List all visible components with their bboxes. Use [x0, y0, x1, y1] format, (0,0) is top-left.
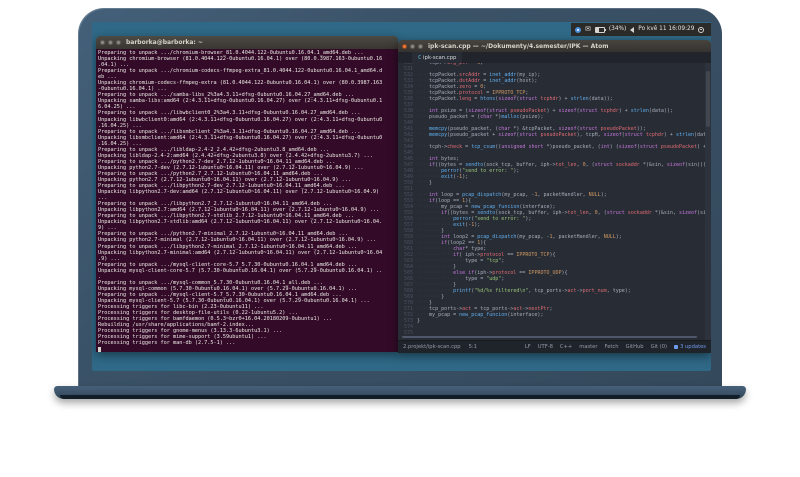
terminal-line: Preparing to unpack .../libpython2.7-min…	[98, 243, 358, 250]
stage: ✉ (34%) Po kvě 11 16:09:29 barborka@barb…	[0, 0, 800, 477]
terminal-line: Preparing to unpack .../libwbclient0_2%3…	[98, 110, 361, 117]
horizontal-scrollbar[interactable]	[402, 336, 697, 338]
status-encoding[interactable]: UTF-8	[538, 344, 553, 350]
status-fetch-button[interactable]: Fetch	[605, 344, 619, 350]
editor-lines: 530 ····tcph->urg_ptr = 0; 531 532 ····tcpPa…	[398, 63, 711, 336]
close-icon[interactable]	[402, 43, 407, 49]
terminal-titlebar[interactable]: barborka@barborka: ~	[96, 36, 398, 49]
battery-icon[interactable]	[594, 26, 606, 33]
terminal-line: Unpacking chromium-browser (81.0.4044.12…	[98, 56, 383, 63]
mail-icon[interactable]: ✉	[585, 23, 591, 36]
updates-icon	[674, 345, 679, 349]
volume-icon[interactable]	[630, 26, 635, 33]
terminal-line: Unpacking mysql-client-core-5.7 (5.7.30-…	[98, 267, 383, 274]
close-icon[interactable]	[100, 40, 105, 45]
terminal-line: Preparing to unpack .../mysql-client-cor…	[98, 261, 358, 268]
tab-bar: C ipk-scan.cpp	[398, 52, 711, 63]
terminal-line: Unpacking libsmbclient:amd64 (2:4.3.11+d…	[98, 134, 383, 141]
atom-window-buttons	[402, 43, 423, 49]
status-updates[interactable]: 3 updates	[674, 344, 706, 350]
terminal-line: Unpacking libpython2.7-minimal:amd64 (2.…	[98, 249, 383, 256]
status-language[interactable]: C++	[560, 344, 572, 350]
atom-window: ipk-scan.cpp — ~/Dokumenty/4.semester/IP…	[398, 40, 711, 353]
terminal-cursor-line	[98, 346, 396, 352]
terminal-line: Unpacking samba-libs:amd64 (2:4.3.11+dfs…	[98, 98, 383, 105]
cpp-file-icon: C	[418, 54, 422, 61]
status-file-path[interactable]: 2.projekt/ipk-scan.cpp	[403, 344, 461, 350]
system-panel: ✉ (34%) Po kvě 11 16:09:29	[571, 23, 711, 36]
tab-label: ipk-scan.cpp	[423, 54, 457, 61]
tab-ipk-scan[interactable]: C ipk-scan.cpp	[412, 52, 463, 63]
desktop: ✉ (34%) Po kvě 11 16:09:29 barborka@barb…	[92, 22, 711, 371]
terminal-line: Unpacking mysql-common (5.7.30-0ubuntu0.…	[98, 285, 358, 292]
battery-percent: (34%)	[608, 26, 627, 32]
terminal-output[interactable]: Preparing to unpack .../chromium-browser…	[96, 49, 398, 352]
terminal-line: Unpacking libldap-2.4-2:amd64 (2.4.42+df…	[98, 152, 373, 159]
terminal-window: barborka@barborka: ~ Preparing to unpack…	[96, 36, 398, 352]
status-git-branch[interactable]: master	[579, 344, 597, 350]
code-editor[interactable]: 530 ····tcph->urg_ptr = 0; 531 532 ····tcpPa…	[398, 63, 711, 340]
status-github-button[interactable]: GitHub	[626, 344, 644, 350]
minimize-icon[interactable]	[410, 43, 415, 49]
terminal-line: Unpacking python2.7-minimal (2.7.12-1ubu…	[98, 237, 376, 244]
terminal-line: Unpacking libpython2.7-stdlib:amd64 (2.7…	[98, 219, 383, 226]
atom-window-title: ipk-scan.cpp — ~/Dokumenty/4.semester/IP…	[428, 42, 609, 50]
vertical-scrollbar-thumb[interactable]	[706, 71, 710, 127]
terminal-window-buttons	[100, 40, 121, 45]
terminal-line: Unpacking libpython2.7-dev:amd64 (2.7.12…	[98, 189, 380, 196]
maximize-icon[interactable]	[116, 40, 121, 45]
laptop-base	[54, 386, 746, 399]
status-line-ending[interactable]: LF	[525, 344, 531, 350]
maximize-icon[interactable]	[418, 43, 423, 49]
vertical-scrollbar[interactable]	[705, 63, 711, 340]
atom-titlebar[interactable]: ipk-scan.cpp — ~/Dokumenty/4.semester/IP…	[398, 40, 711, 52]
indicator-icon[interactable]	[575, 26, 581, 33]
terminal-title: barborka@barborka: ~	[126, 39, 203, 46]
status-cursor-position[interactable]: 5:1	[469, 344, 477, 350]
terminal-line: Unpacking libwbclient0:amd64 (2:4.3.11+d…	[98, 116, 383, 123]
clock[interactable]: Po kvě 11 16:09:29	[638, 23, 694, 36]
terminal-cursor	[98, 347, 101, 352]
minimize-icon[interactable]	[108, 40, 113, 45]
terminal-line: Preparing to unpack .../chromium-codecs-…	[98, 68, 383, 75]
settings-icon[interactable]	[698, 26, 705, 33]
status-bar: 2.projekt/ipk-scan.cpp 5:1 LF UTF-8 C++ …	[398, 340, 711, 353]
terminal-line: Preparing to unpack .../libsmbclient_2%3…	[98, 128, 361, 135]
status-git-changes[interactable]: Git (0)	[651, 344, 668, 350]
